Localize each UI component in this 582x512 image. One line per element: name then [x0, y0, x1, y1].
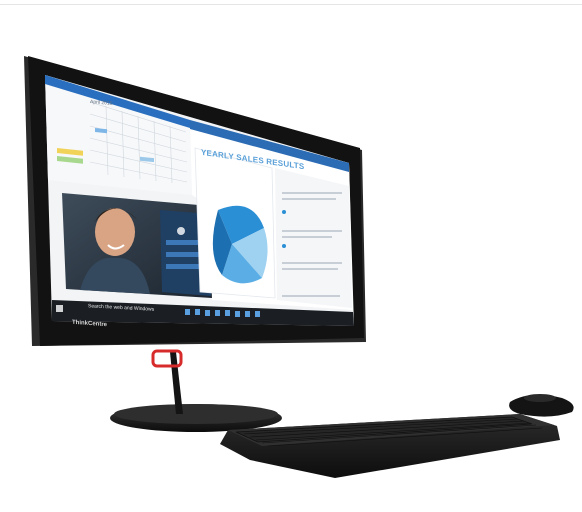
product-photo [24, 56, 574, 478]
